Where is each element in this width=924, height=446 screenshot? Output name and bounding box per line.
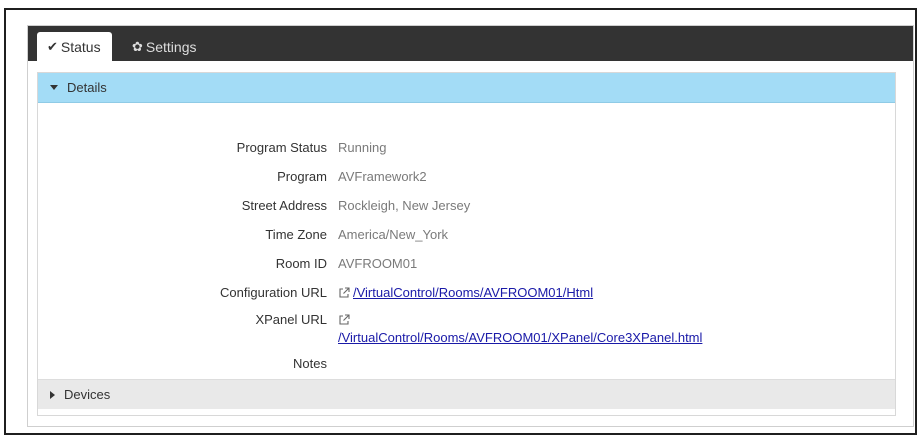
tab-bar: ✔ Status ✿ Settings [28, 26, 913, 61]
tab-settings-label: Settings [145, 38, 197, 55]
check-icon: ✔ [47, 38, 58, 54]
xpanel-url-value-wrap: /VirtualControl/Rooms/AVFROOM01/XPanel/C… [338, 312, 702, 346]
devices-header-label: Devices [64, 387, 111, 402]
tab-settings[interactable]: ✿ Settings [122, 32, 212, 61]
program-status-value: Running [338, 140, 387, 155]
external-link-icon [338, 287, 350, 303]
details-section-header[interactable]: Details [38, 73, 895, 103]
room-id-label: Room ID [275, 256, 327, 271]
gear-icon: ✿ [132, 38, 143, 54]
time-zone-label: Time Zone [265, 227, 327, 242]
tab-content: Details Program Status Running Program A… [37, 72, 896, 416]
room-id-value: AVFROOM01 [338, 256, 418, 271]
street-address-value: Rockleigh, New Jersey [338, 198, 471, 213]
external-link-icon [338, 314, 350, 330]
details-header-label: Details [67, 80, 107, 95]
notes-label: Notes [293, 356, 327, 371]
program-value: AVFramework2 [338, 169, 427, 184]
time-zone-value: America/New_York [338, 227, 449, 242]
configuration-url-value-wrap: /VirtualControl/Rooms/AVFROOM01/Html [338, 285, 593, 303]
xpanel-url-label: XPanel URL [255, 312, 327, 327]
caret-right-icon [50, 390, 55, 399]
devices-section-header[interactable]: Devices [38, 379, 895, 409]
program-status-label: Program Status [236, 140, 327, 155]
tab-status-label: Status [60, 38, 101, 55]
window-frame: ✔ Status ✿ Settings Details Program Stat… [4, 8, 917, 435]
street-address-label: Street Address [241, 198, 327, 213]
program-label: Program [277, 169, 327, 184]
caret-down-icon [50, 85, 58, 90]
tab-status[interactable]: ✔ Status [37, 32, 112, 61]
xpanel-url-link[interactable]: /VirtualControl/Rooms/AVFROOM01/XPanel/C… [338, 330, 702, 346]
configuration-url-label: Configuration URL [220, 285, 327, 300]
main-panel: ✔ Status ✿ Settings Details Program Stat… [27, 25, 914, 427]
configuration-url-link[interactable]: /VirtualControl/Rooms/AVFROOM01/Html [353, 285, 593, 300]
